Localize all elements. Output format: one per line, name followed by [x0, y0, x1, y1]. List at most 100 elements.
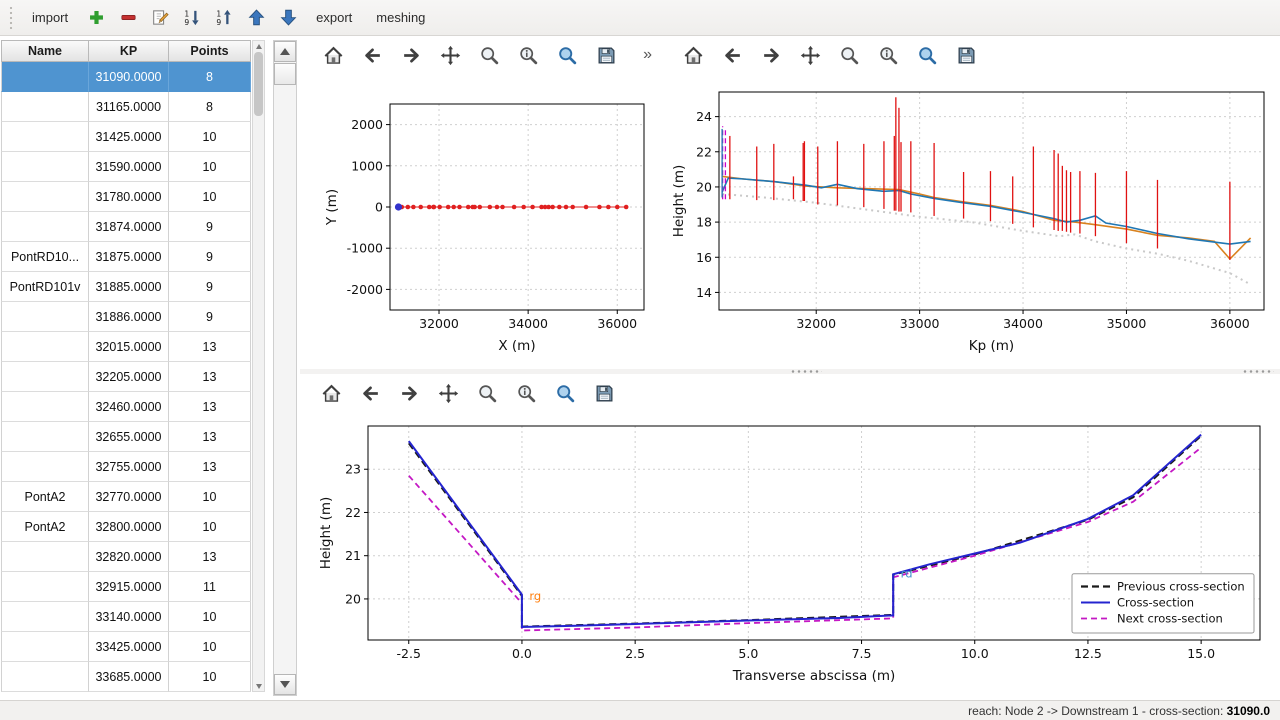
cell-kp[interactable]: 31165.0000: [89, 92, 169, 122]
cell-kp[interactable]: 32015.0000: [89, 332, 169, 362]
cell-kp[interactable]: 32915.0000: [89, 572, 169, 602]
scroll-down-button[interactable]: [274, 674, 296, 695]
table-row[interactable]: PontRD10...31875.00009: [1, 242, 251, 272]
table-row[interactable]: 31780.000010: [1, 182, 251, 212]
table-row[interactable]: 31590.000010: [1, 152, 251, 182]
move-down-button[interactable]: [274, 4, 302, 32]
cell-name[interactable]: [1, 302, 89, 332]
cell-kp[interactable]: 31885.0000: [89, 272, 169, 302]
save-figure-button[interactable]: [589, 378, 619, 408]
cell-points[interactable]: 10: [169, 512, 251, 542]
cell-name[interactable]: [1, 632, 89, 662]
cell-points[interactable]: 13: [169, 452, 251, 482]
table-row[interactable]: 32205.000013: [1, 362, 251, 392]
cell-kp[interactable]: 32820.0000: [89, 542, 169, 572]
cell-kp[interactable]: 31874.0000: [89, 212, 169, 242]
forward-button[interactable]: [756, 40, 786, 70]
zoom-button[interactable]: [834, 40, 864, 70]
cell-kp[interactable]: 32205.0000: [89, 362, 169, 392]
cell-name[interactable]: [1, 662, 89, 692]
cell-points[interactable]: 10: [169, 482, 251, 512]
splitter-handle[interactable]: [790, 370, 822, 373]
table-row[interactable]: PontRD101v31885.00009: [1, 272, 251, 302]
cell-name[interactable]: [1, 542, 89, 572]
save-figure-button[interactable]: [951, 40, 981, 70]
table-row[interactable]: 31874.00009: [1, 212, 251, 242]
add-cross-section-button[interactable]: [82, 4, 110, 32]
zoom-region-button[interactable]: [552, 40, 582, 70]
back-button[interactable]: [717, 40, 747, 70]
cell-kp[interactable]: 31590.0000: [89, 152, 169, 182]
cell-kp[interactable]: 32755.0000: [89, 452, 169, 482]
home-button[interactable]: [678, 40, 708, 70]
cell-points[interactable]: 10: [169, 602, 251, 632]
splitter-handle[interactable]: [1242, 370, 1274, 373]
cell-kp[interactable]: 33685.0000: [89, 662, 169, 692]
cell-name[interactable]: [1, 362, 89, 392]
cell-points[interactable]: 10: [169, 122, 251, 152]
edit-button[interactable]: [146, 4, 174, 32]
cell-points[interactable]: 13: [169, 542, 251, 572]
zoom-info-button[interactable]: [873, 40, 903, 70]
table-scrollbar[interactable]: [252, 40, 265, 692]
cell-name[interactable]: [1, 62, 89, 92]
cell-points[interactable]: 8: [169, 62, 251, 92]
table-row[interactable]: 31165.00008: [1, 92, 251, 122]
cell-kp[interactable]: 32655.0000: [89, 422, 169, 452]
cell-kp[interactable]: 31875.0000: [89, 242, 169, 272]
back-button[interactable]: [355, 378, 385, 408]
cell-name[interactable]: [1, 122, 89, 152]
cell-points[interactable]: 10: [169, 182, 251, 212]
table-row[interactable]: 31425.000010: [1, 122, 251, 152]
cell-points[interactable]: 9: [169, 242, 251, 272]
cell-kp[interactable]: 31425.0000: [89, 122, 169, 152]
table-scroll-up-arrow[interactable]: [253, 41, 264, 51]
cell-name[interactable]: [1, 452, 89, 482]
cell-points[interactable]: 10: [169, 662, 251, 692]
zoom-info-button[interactable]: [511, 378, 541, 408]
plan-view-chart[interactable]: 320003400036000-2000-1000010002000X (m)Y…: [302, 74, 660, 368]
column-header-points[interactable]: Points: [169, 40, 251, 62]
table-row[interactable]: 32820.000013: [1, 542, 251, 572]
table-scrollbar-thumb[interactable]: [254, 52, 263, 116]
home-button[interactable]: [316, 378, 346, 408]
cell-kp[interactable]: 32770.0000: [89, 482, 169, 512]
column-header-kp[interactable]: KP: [89, 40, 169, 62]
meshing-button[interactable]: meshing: [366, 4, 435, 31]
cell-points[interactable]: 10: [169, 152, 251, 182]
forward-button[interactable]: [396, 40, 426, 70]
import-button[interactable]: import: [22, 4, 78, 31]
remove-cross-section-button[interactable]: [114, 4, 142, 32]
cell-name[interactable]: [1, 332, 89, 362]
table-row[interactable]: PontA232770.000010: [1, 482, 251, 512]
toolbar-overflow-chevron[interactable]: »: [643, 46, 652, 64]
cell-name[interactable]: [1, 182, 89, 212]
cell-kp[interactable]: 31090.0000: [89, 62, 169, 92]
cell-name[interactable]: [1, 152, 89, 182]
save-figure-button[interactable]: [591, 40, 621, 70]
zoom-button[interactable]: [472, 378, 502, 408]
zoom-region-button[interactable]: [912, 40, 942, 70]
cell-name[interactable]: [1, 92, 89, 122]
table-row[interactable]: 33140.000010: [1, 602, 251, 632]
scroll-up-button[interactable]: [274, 41, 296, 62]
cell-points[interactable]: 13: [169, 362, 251, 392]
home-button[interactable]: [318, 40, 348, 70]
pan-button[interactable]: [795, 40, 825, 70]
cell-name[interactable]: PontRD10...: [1, 242, 89, 272]
zoom-region-button[interactable]: [550, 378, 580, 408]
sort-descending-button[interactable]: [178, 4, 206, 32]
cell-name[interactable]: PontA2: [1, 482, 89, 512]
cell-name[interactable]: [1, 422, 89, 452]
cell-name[interactable]: PontA2: [1, 512, 89, 542]
table-row[interactable]: 32655.000013: [1, 422, 251, 452]
export-button[interactable]: export: [306, 4, 362, 31]
toolbar-drag-handle[interactable]: [8, 7, 14, 29]
cross-section-chart[interactable]: -2.50.02.55.07.510.012.515.020212223Tran…: [300, 412, 1278, 700]
cell-points[interactable]: 11: [169, 572, 251, 602]
cell-points[interactable]: 9: [169, 272, 251, 302]
forward-button[interactable]: [394, 378, 424, 408]
table-row[interactable]: 32915.000011: [1, 572, 251, 602]
cell-points[interactable]: 9: [169, 302, 251, 332]
table-row[interactable]: 31090.00008: [1, 62, 251, 92]
